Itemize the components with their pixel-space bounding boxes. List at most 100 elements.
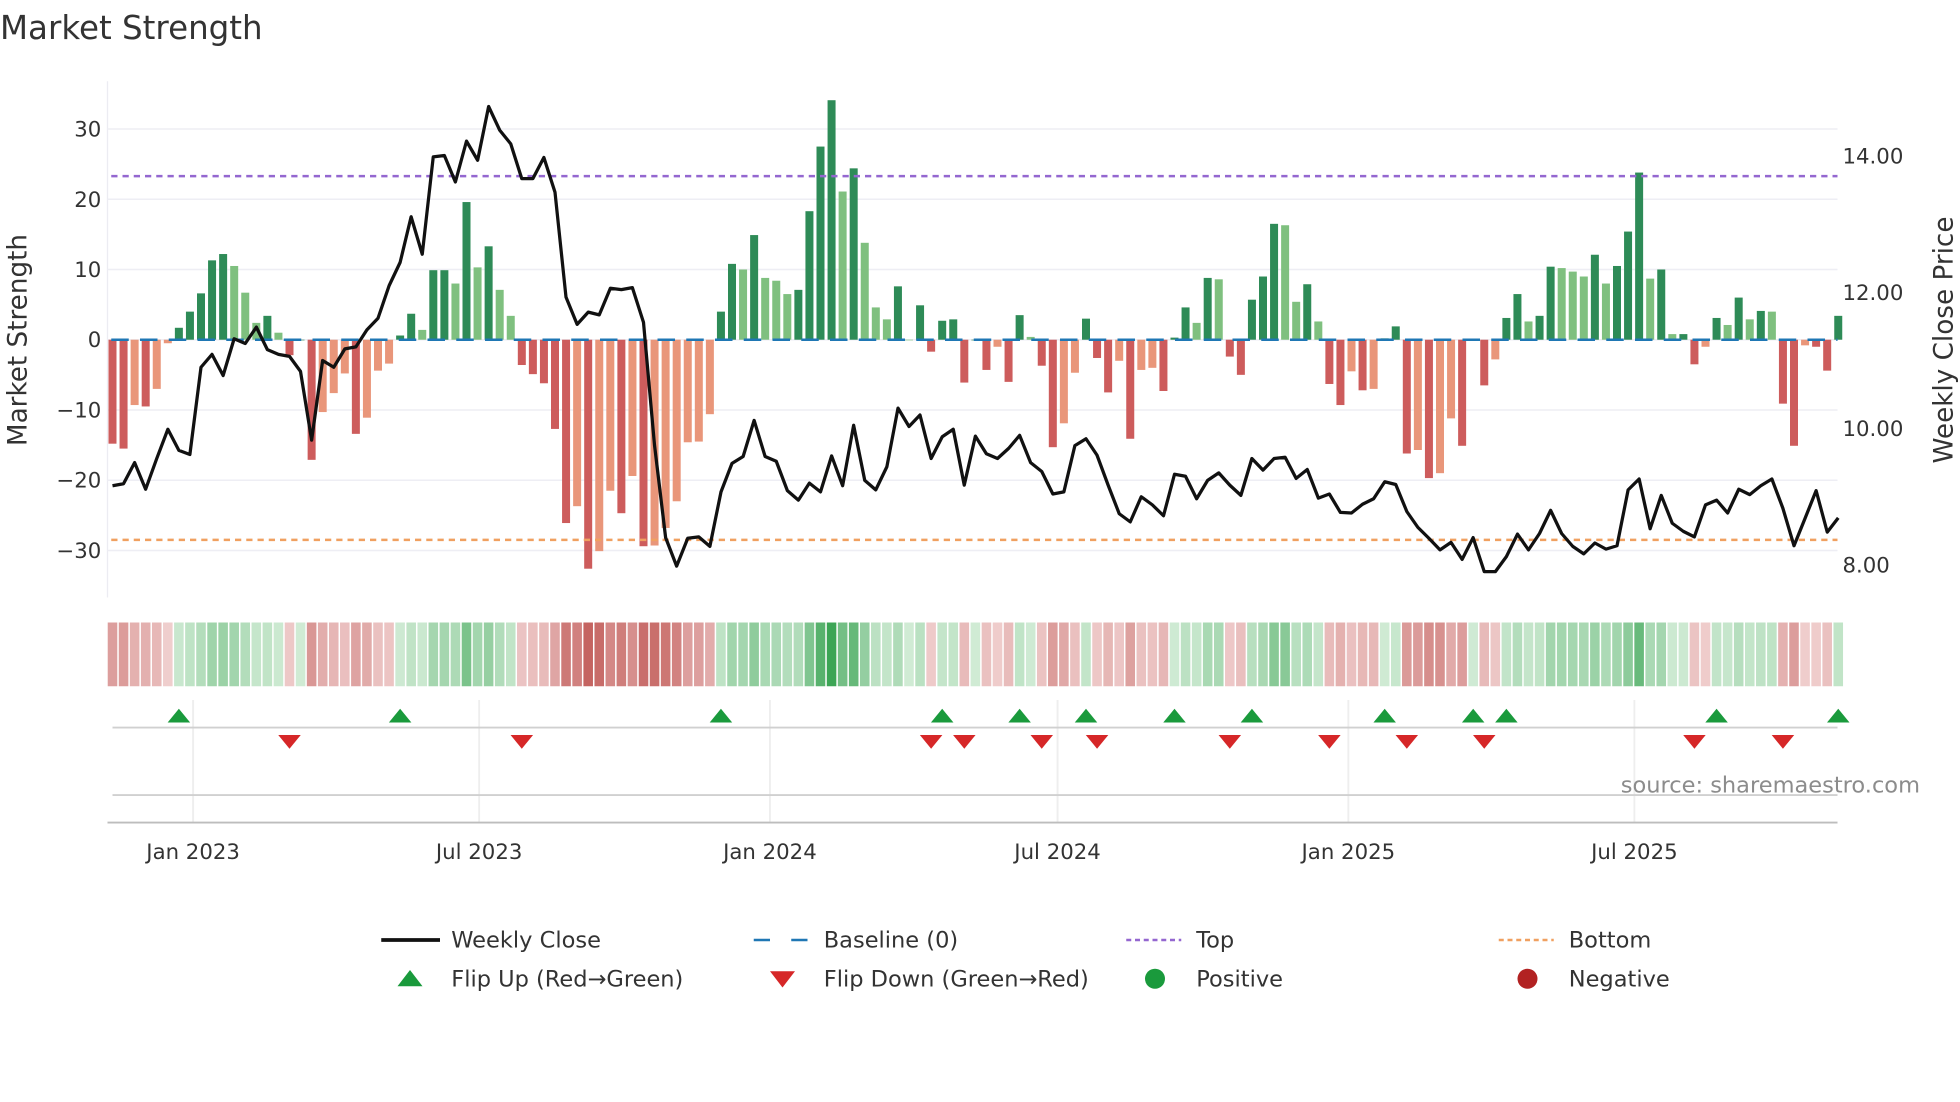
- heat-cell: [1191, 622, 1202, 687]
- heat-cell: [649, 622, 660, 687]
- market-strength-chart: Market Strength 30 20 10 0 −10 −20 −30 14.00 12…: [0, 9, 1960, 992]
- strength-bar: [197, 293, 205, 340]
- strength-bar: [1347, 339, 1356, 372]
- strength-bar: [871, 307, 880, 340]
- strength-bar: [783, 294, 792, 340]
- strength-bar: [960, 339, 969, 383]
- strength-bar: [628, 339, 637, 476]
- heat-cell: [682, 622, 693, 687]
- strength-bar: [705, 339, 714, 415]
- strength-bar: [1624, 231, 1633, 340]
- strength-bar: [1336, 339, 1345, 406]
- right-axis-ticks: 14.00 12.00 10.00 8.00: [1843, 145, 1904, 579]
- heat-cell: [1689, 622, 1700, 687]
- heat-cell: [959, 622, 970, 687]
- strength-bar: [440, 270, 449, 340]
- strength-bar: [241, 292, 250, 340]
- strength-bar: [108, 339, 117, 444]
- flip-down-marker: [1030, 735, 1053, 749]
- heat-cell: [1446, 622, 1456, 687]
- strength-bar: [1424, 339, 1433, 479]
- heat-cell: [163, 622, 173, 687]
- y-tick-label: −20: [56, 469, 101, 494]
- heat-cell: [837, 622, 848, 687]
- heat-cell: [893, 622, 903, 687]
- strength-bar: [1004, 339, 1013, 382]
- strength-bar: [208, 260, 217, 340]
- strength-bar: [495, 289, 504, 340]
- y-tick-label: −30: [56, 539, 101, 564]
- heat-cell: [340, 622, 350, 687]
- flip-up-marker: [388, 708, 412, 723]
- strength-bar: [219, 254, 228, 340]
- heat-cell: [782, 622, 793, 687]
- strength-bar: [1790, 339, 1798, 446]
- legend-item: Flip Up (Red→Green): [397, 966, 683, 992]
- heat-cell: [373, 622, 383, 687]
- heat-cell: [528, 622, 538, 687]
- strength-bar: [1436, 339, 1445, 474]
- heat-cell: [395, 622, 405, 687]
- heat-cell: [384, 622, 394, 687]
- flip-up-marker: [709, 708, 733, 723]
- heat-cell: [1125, 622, 1136, 687]
- strength-bar: [849, 168, 858, 340]
- strength-bar: [1292, 301, 1301, 340]
- x-tick-label: Jul 2024: [1012, 840, 1100, 865]
- heat-cell: [561, 622, 571, 687]
- strength-bar: [185, 311, 194, 340]
- heat-cell: [472, 622, 483, 687]
- heat-cell: [1158, 622, 1169, 687]
- heat-cell: [1014, 622, 1025, 687]
- heat-cell: [1556, 622, 1567, 687]
- source-label: source: sharemaestro.com: [1621, 773, 1920, 799]
- strength-bar: [1557, 268, 1566, 340]
- heat-cell: [771, 622, 782, 687]
- triangle-up-icon: [397, 970, 423, 987]
- heat-cell: [948, 622, 959, 687]
- heat-cell: [505, 622, 516, 687]
- heat-cell: [1357, 622, 1368, 687]
- flip-up-marker: [167, 708, 191, 723]
- flip-up-marker: [1240, 708, 1264, 723]
- heat-cell: [1048, 622, 1058, 687]
- strength-bar: [1413, 339, 1422, 450]
- strength-bar: [805, 211, 814, 340]
- heat-cell: [738, 622, 748, 687]
- strength-bar: [1070, 339, 1079, 373]
- heat-cell: [1711, 622, 1722, 687]
- heat-cell: [1025, 622, 1036, 687]
- heat-cell: [1435, 622, 1445, 687]
- heat-cell: [1601, 622, 1611, 687]
- y-tick-label: −10: [56, 398, 101, 423]
- strength-bar: [528, 339, 537, 375]
- heat-cell: [494, 622, 505, 687]
- heat-cell: [1236, 622, 1246, 687]
- heat-cell: [1213, 622, 1224, 687]
- heat-cell: [229, 622, 239, 687]
- heat-cell: [1280, 622, 1290, 687]
- strength-bar: [1601, 283, 1610, 340]
- heat-cell: [1501, 622, 1512, 687]
- strength-bar: [882, 319, 891, 340]
- heat-cell: [1003, 622, 1014, 687]
- heat-cell: [882, 622, 892, 687]
- strength-bar: [1093, 339, 1102, 358]
- heat-cell: [1468, 622, 1478, 687]
- x-tick-label: Jul 2025: [1589, 840, 1677, 865]
- strength-bar: [606, 339, 615, 491]
- heat-cell: [550, 622, 560, 687]
- heat-cell: [295, 622, 306, 687]
- x-tick-label: Jan 2023: [144, 840, 240, 865]
- strength-bar: [1325, 339, 1334, 384]
- strength-bar: [1613, 265, 1621, 340]
- heat-cell: [727, 622, 737, 687]
- legend-item: Top: [1126, 928, 1234, 954]
- flip-down-marker: [278, 735, 301, 749]
- legend-label: Bottom: [1569, 928, 1652, 954]
- heat-cell: [406, 622, 416, 687]
- heat-cell: [970, 622, 981, 687]
- strength-bar: [1214, 279, 1223, 340]
- heat-cell: [1667, 622, 1678, 687]
- heat-cell: [1534, 622, 1545, 687]
